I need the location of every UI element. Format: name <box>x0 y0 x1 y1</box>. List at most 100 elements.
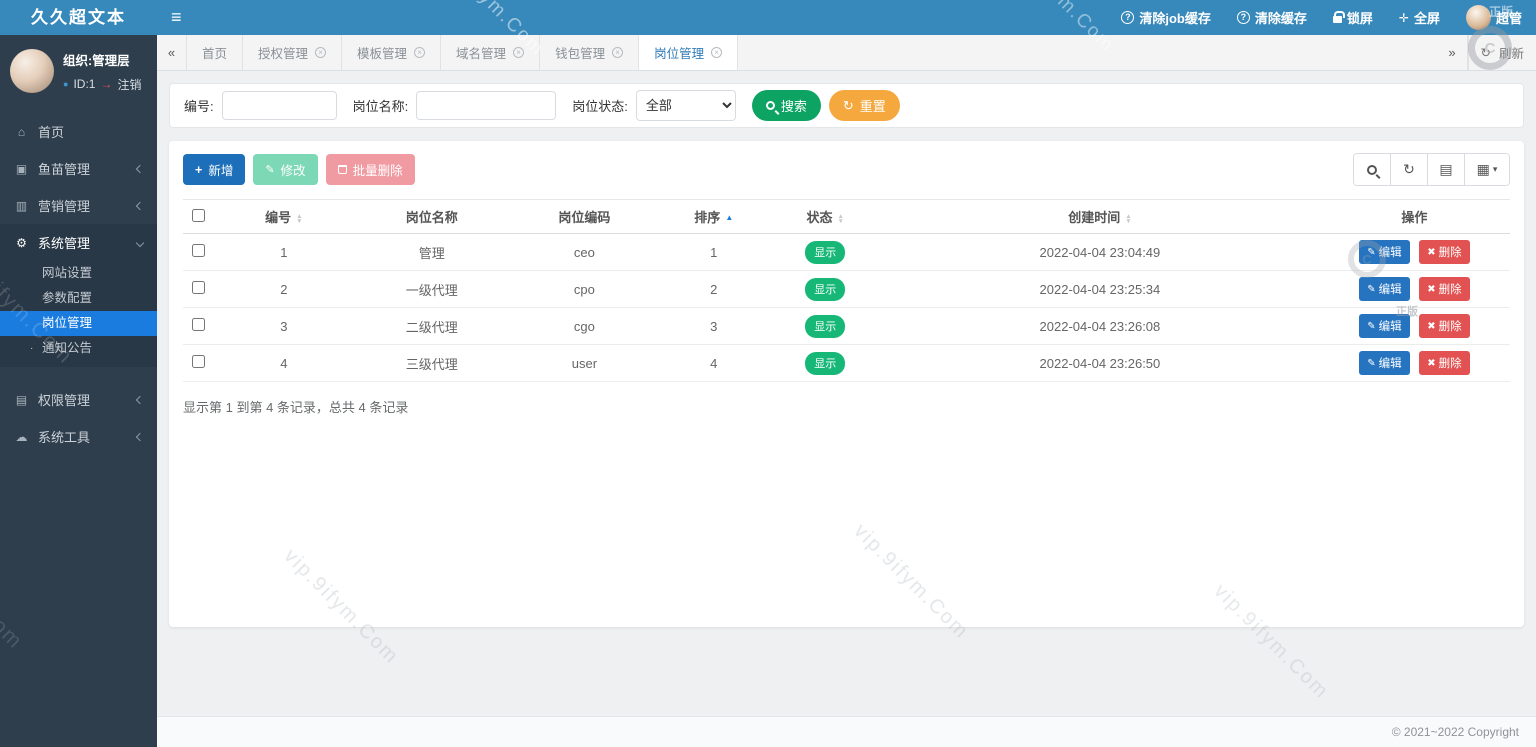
sidebar-item-system-mgmt[interactable]: ⚙ 系统管理 <box>0 224 157 261</box>
content-area: 编号: 岗位名称: 岗位状态: 全部 搜索 <box>157 71 1536 716</box>
gear-icon: ⚙ <box>14 236 29 250</box>
logout-icon: → <box>100 77 112 91</box>
org-label: 组织:管理层 <box>63 50 141 69</box>
cell-id: 2 <box>215 271 353 308</box>
close-icon[interactable]: × <box>513 47 524 58</box>
tabs-scroll-left-button[interactable]: « <box>157 35 187 70</box>
post-name-input[interactable] <box>416 91 556 120</box>
search-button[interactable]: 搜索 <box>752 90 821 121</box>
refresh-icon: ↻ <box>843 98 854 114</box>
table-row[interactable]: 3 二级代理 cgo 3 显示 2022-04-04 23:26:08 ✎编辑 … <box>183 308 1510 345</box>
table-refresh-button[interactable]: ↻ <box>1391 154 1428 185</box>
sidebar-item-tools[interactable]: ☁ 系统工具 <box>0 418 157 455</box>
close-icon[interactable]: × <box>315 47 326 58</box>
row-checkbox[interactable] <box>192 318 205 331</box>
chevron-left-icon <box>136 164 144 172</box>
tab-label: 授权管理 <box>258 43 308 62</box>
lock-screen-label: 锁屏 <box>1347 8 1373 27</box>
user-id-label: ID:1 <box>73 77 95 91</box>
batch-delete-button[interactable]: 批量删除 <box>326 154 415 185</box>
sidebar-toggle-icon[interactable]: ≡ <box>171 0 182 35</box>
topbar: 久久超文本 ≡ ? 清除job缓存 ? 清除缓存 锁屏 ✛ 全屏 超管 <box>0 0 1536 35</box>
bullet-icon: · <box>30 336 33 361</box>
col-header-id[interactable]: 编号▲▼ <box>215 200 353 234</box>
table-row[interactable]: 4 三级代理 user 4 显示 2022-04-04 23:26:50 ✎编辑… <box>183 345 1510 382</box>
sidebar-item-label: 鱼苗管理 <box>38 159 128 178</box>
page-footer: © 2021~2022 Copyright <box>157 716 1536 747</box>
cell-code: ceo <box>511 234 658 271</box>
table-view-toggle-button[interactable]: ▤ <box>1428 154 1465 185</box>
id-input[interactable] <box>222 91 337 120</box>
col-header-created[interactable]: 创建时间▲▼ <box>881 200 1319 234</box>
tab-label: 域名管理 <box>456 43 506 62</box>
tab-refresh-button[interactable]: ↻ 刷新 <box>1468 35 1536 70</box>
table-header-row: 编号▲▼ 岗位名称 岗位编码 排序▲ 状态▲▼ 创建时间▲▼ 操作 <box>183 200 1510 234</box>
post-status-select[interactable]: 全部 <box>636 90 736 121</box>
row-edit-button[interactable]: ✎编辑 <box>1359 240 1409 264</box>
topbar-nav: ? 清除job缓存 ? 清除缓存 锁屏 ✛ 全屏 超管 <box>1121 5 1522 30</box>
clear-job-cache-button[interactable]: ? 清除job缓存 <box>1121 8 1211 27</box>
app-logo: 久久超文本 <box>0 0 157 35</box>
cell-code: user <box>511 345 658 382</box>
clear-cache-button[interactable]: ? 清除缓存 <box>1237 8 1307 27</box>
row-edit-button[interactable]: ✎编辑 <box>1359 314 1409 338</box>
user-menu[interactable]: 超管 <box>1466 5 1522 30</box>
sidebar-item-fry-mgmt[interactable]: ▣ 鱼苗管理 <box>0 150 157 187</box>
expand-icon: ✛ <box>1399 11 1409 25</box>
row-checkbox[interactable] <box>192 281 205 294</box>
close-icon[interactable]: × <box>612 47 623 58</box>
cell-id: 4 <box>215 345 353 382</box>
sidebar-subitem-label: 岗位管理 <box>42 316 92 330</box>
username-label: 超管 <box>1496 8 1522 27</box>
tabs-scroll-right-button[interactable]: » <box>1438 35 1468 70</box>
add-button[interactable]: + 新增 <box>183 154 245 185</box>
lock-screen-button[interactable]: 锁屏 <box>1333 8 1373 27</box>
tab-wallet[interactable]: 钱包管理 × <box>540 35 639 70</box>
row-delete-button[interactable]: ✖删除 <box>1419 314 1469 338</box>
tab-post-mgmt[interactable]: 岗位管理 × <box>639 35 738 70</box>
logout-link[interactable]: 注销 <box>117 76 141 93</box>
row-delete-button[interactable]: ✖删除 <box>1419 240 1469 264</box>
row-checkbox[interactable] <box>192 244 205 257</box>
cell-order: 2 <box>658 271 769 308</box>
add-button-label: 新增 <box>208 160 233 179</box>
x-icon: ✖ <box>1427 284 1435 295</box>
table-search-toggle-button[interactable] <box>1354 154 1391 185</box>
col-header-status[interactable]: 状态▲▼ <box>770 200 881 234</box>
row-checkbox[interactable] <box>192 355 205 368</box>
row-delete-button[interactable]: ✖删除 <box>1419 277 1469 301</box>
sidebar-item-marketing[interactable]: ▥ 营销管理 <box>0 187 157 224</box>
id-card-icon: ▤ <box>14 393 29 407</box>
sidebar-item-post-mgmt[interactable]: 岗位管理 <box>0 311 157 336</box>
tab-template[interactable]: 模板管理 × <box>342 35 441 70</box>
close-icon[interactable]: × <box>414 47 425 58</box>
table-columns-button[interactable]: ▦▾ <box>1465 154 1509 185</box>
refresh-label: 刷新 <box>1499 43 1524 62</box>
cell-order: 1 <box>658 234 769 271</box>
close-icon[interactable]: × <box>711 47 722 58</box>
col-header-order[interactable]: 排序▲ <box>658 200 769 234</box>
fullscreen-button[interactable]: ✛ 全屏 <box>1399 8 1440 27</box>
row-delete-button[interactable]: ✖删除 <box>1419 351 1469 375</box>
sidebar-item-home[interactable]: ⌂ 首页 <box>0 113 157 150</box>
select-all-checkbox[interactable] <box>192 209 205 222</box>
reset-button[interactable]: ↻ 重置 <box>829 90 900 121</box>
table-row[interactable]: 2 一级代理 cpo 2 显示 2022-04-04 23:25:34 ✎编辑 … <box>183 271 1510 308</box>
sidebar-item-permission[interactable]: ▤ 权限管理 <box>0 381 157 418</box>
sidebar-item-label: 权限管理 <box>38 390 128 409</box>
edit-button[interactable]: ✎ 修改 <box>253 154 317 185</box>
cell-created: 2022-04-04 23:26:08 <box>881 308 1319 345</box>
tab-home[interactable]: 首页 <box>187 35 243 70</box>
row-edit-button[interactable]: ✎编辑 <box>1359 277 1409 301</box>
sidebar-item-site-settings[interactable]: 网站设置 <box>0 261 157 286</box>
tab-authorization[interactable]: 授权管理 × <box>243 35 342 70</box>
question-circle-icon: ? <box>1121 11 1134 24</box>
tab-domain[interactable]: 域名管理 × <box>441 35 540 70</box>
table-row[interactable]: 1 管理 ceo 1 显示 2022-04-04 23:04:49 ✎编辑 ✖删… <box>183 234 1510 271</box>
cell-created: 2022-04-04 23:25:34 <box>881 271 1319 308</box>
sidebar-item-notice[interactable]: · 通知公告 <box>0 336 157 361</box>
sidebar-menu: ⌂ 首页 ▣ 鱼苗管理 ▥ 营销管理 ⚙ 系统管理 网站设置 <box>0 113 157 455</box>
cell-name: 管理 <box>353 234 511 271</box>
sidebar-item-param-config[interactable]: 参数配置 <box>0 286 157 311</box>
row-edit-button[interactable]: ✎编辑 <box>1359 351 1409 375</box>
